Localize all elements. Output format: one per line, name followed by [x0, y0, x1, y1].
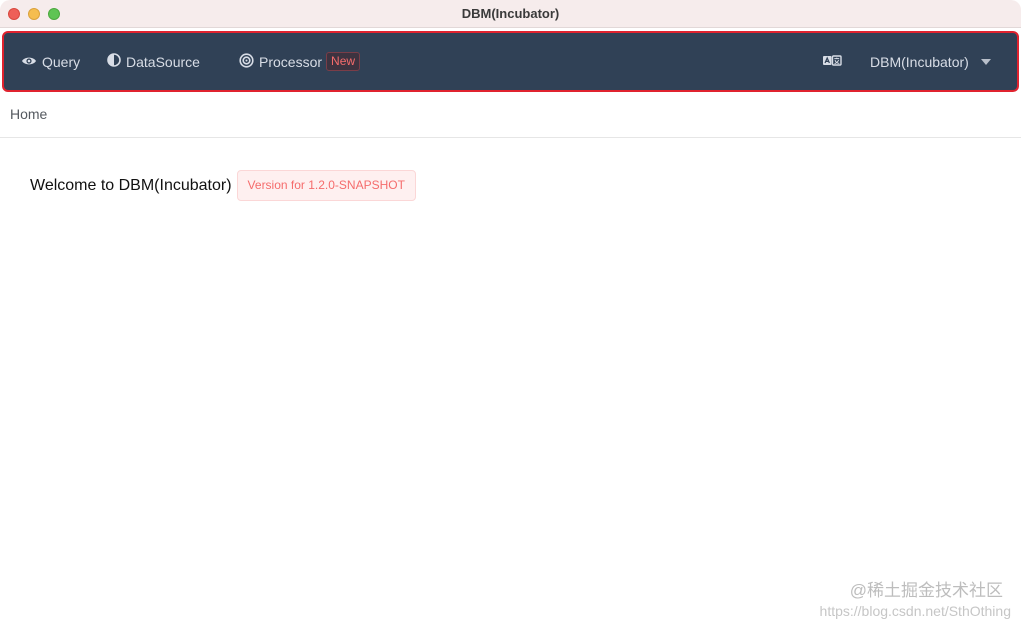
breadcrumb-home[interactable]: Home [10, 94, 47, 137]
version-tag: Version for 1.2.0-SNAPSHOT [236, 170, 416, 201]
breadcrumb: Home [0, 94, 1021, 138]
caret-down-icon [980, 58, 991, 65]
target-icon [239, 52, 254, 71]
watermark: @稀土掘金技术社区 https://blog.csdn.net/SthOthin… [819, 581, 1011, 619]
instance-select-value: DBM(Incubator) [870, 53, 969, 70]
eye-icon [21, 54, 37, 70]
nav-item-label: Processor [259, 53, 323, 70]
watermark-brand: @稀土掘金技术社区 [849, 581, 1003, 600]
new-badge: New [326, 52, 361, 71]
welcome-banner: Welcome to DBM(Incubator) Version for 1.… [30, 170, 416, 201]
top-navbar: Query DataSource Processor New DBM(Incub… [2, 31, 1019, 92]
instance-select[interactable]: DBM(Incubator) [870, 33, 991, 90]
nav-item-query[interactable]: Query [21, 33, 80, 90]
app-window: DBM(Incubator) Query DataSource Processo… [0, 0, 1021, 627]
half-circle-icon [107, 53, 121, 70]
nav-item-datasource[interactable]: DataSource [107, 33, 200, 90]
translate-icon[interactable] [822, 53, 842, 69]
window-title: DBM(Incubator) [461, 6, 560, 21]
nav-item-processor[interactable]: Processor New [239, 33, 361, 90]
nav-item-label: Query [42, 53, 81, 70]
nav-item-label: DataSource [126, 53, 200, 70]
title-bar: DBM(Incubator) [0, 0, 1021, 28]
watermark-url: https://blog.csdn.net/SthOthing [819, 603, 1011, 619]
welcome-text: Welcome to DBM(Incubator) [30, 176, 232, 194]
